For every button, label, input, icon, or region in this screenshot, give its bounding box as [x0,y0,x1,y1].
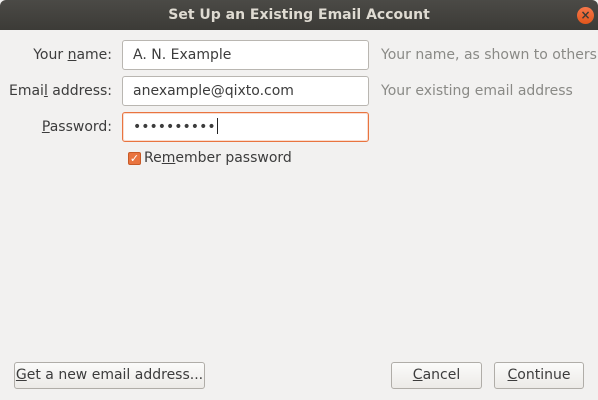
remember-password-label[interactable]: Remember password [144,150,292,166]
close-icon[interactable]: × [577,7,594,24]
remember-password-checkbox[interactable]: ✓ [128,152,141,165]
window-title: Set Up an Existing Email Account [168,7,430,23]
name-hint: Your name, as shown to others [381,47,597,63]
email-label: Email address: [8,83,112,99]
name-label: Your name: [33,47,112,63]
title-bar: Set Up an Existing Email Account × [0,0,598,30]
continue-button[interactable]: Continue [494,362,584,389]
password-field[interactable]: •••••••••• [122,112,369,142]
email-hint: Your existing email address [381,83,573,99]
text-caret [216,118,218,134]
cancel-button[interactable]: Cancel [391,362,482,389]
password-value: •••••••••• [133,119,216,135]
email-field[interactable]: anexample@qixto.com [122,76,369,106]
get-new-email-button[interactable]: Get a new email address... [14,362,205,389]
email-setup-dialog: Set Up an Existing Email Account × Your … [0,0,598,400]
password-label: Password: [41,119,112,135]
name-field[interactable]: A. N. Example [122,40,369,70]
